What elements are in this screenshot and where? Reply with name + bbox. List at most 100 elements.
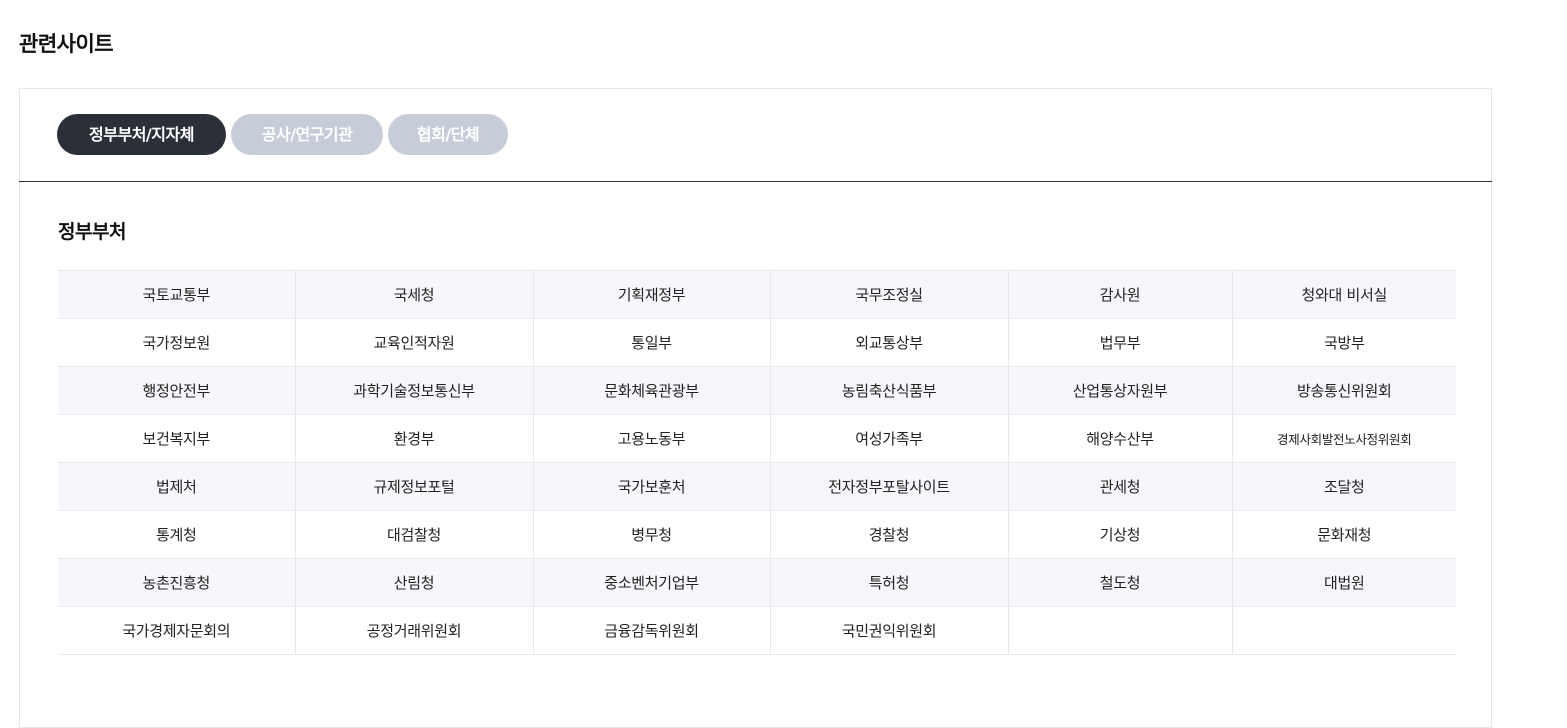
site-cell: 청와대 비서실 — [1231, 270, 1456, 319]
site-link[interactable]: 과학기술정보통신부 — [353, 382, 475, 400]
site-link[interactable]: 기상청 — [1100, 526, 1141, 544]
site-link[interactable]: 관세청 — [1100, 478, 1141, 496]
site-link[interactable]: 대법원 — [1324, 574, 1365, 592]
site-cell: 고용노동부 — [532, 414, 770, 463]
site-cell: 중소벤처기업부 — [532, 558, 770, 607]
site-cell: 국민권익위원회 — [769, 606, 1008, 655]
tab-bar: 정부부처/지자체 공사/연구기관 협회/단체 — [19, 89, 1492, 182]
site-link[interactable]: 특허청 — [869, 574, 910, 592]
site-link[interactable]: 여성가족부 — [855, 430, 923, 448]
site-link[interactable]: 농촌진흥청 — [142, 574, 210, 592]
site-cell: 해양수산부 — [1007, 414, 1232, 463]
site-cell: 대법원 — [1231, 558, 1456, 607]
site-link[interactable]: 문화재청 — [1317, 526, 1371, 544]
site-cell: 통계청 — [58, 510, 295, 559]
site-link[interactable]: 전자정부포탈사이트 — [828, 478, 950, 496]
site-link[interactable]: 농림축산식품부 — [842, 382, 937, 400]
site-cell: 법무부 — [1007, 318, 1232, 367]
site-link[interactable]: 방송통신위원회 — [1297, 382, 1392, 400]
site-cell: 교육인적자원 — [294, 318, 533, 367]
site-link[interactable]: 국가보훈처 — [618, 478, 686, 496]
site-link[interactable]: 국세청 — [394, 286, 435, 304]
site-link[interactable]: 산림청 — [394, 574, 435, 592]
site-link[interactable]: 청와대 비서실 — [1302, 286, 1388, 304]
site-cell: 여성가족부 — [769, 414, 1008, 463]
site-cell: 산림청 — [294, 558, 533, 607]
site-link[interactable]: 외교통상부 — [855, 334, 923, 352]
site-link[interactable]: 국가경제자문회의 — [122, 622, 230, 640]
site-cell: 행정안전부 — [58, 366, 295, 415]
site-link[interactable]: 문화체육관광부 — [604, 382, 699, 400]
section-title: 정부부처 — [58, 221, 126, 243]
site-cell: 농촌진흥청 — [58, 558, 295, 607]
site-cell: 국세청 — [294, 270, 533, 319]
site-cell: 통일부 — [532, 318, 770, 367]
site-cell: 철도청 — [1007, 558, 1232, 607]
site-link[interactable]: 보건복지부 — [142, 430, 210, 448]
site-link[interactable]: 국민권익위원회 — [842, 622, 937, 640]
tab-government[interactable]: 정부부처/지자체 — [57, 114, 226, 155]
site-cell: 국무조정실 — [769, 270, 1008, 319]
site-link[interactable]: 철도청 — [1100, 574, 1141, 592]
site-cell: 방송통신위원회 — [1231, 366, 1456, 415]
site-cell: 감사원 — [1007, 270, 1232, 319]
site-link[interactable]: 국방부 — [1324, 334, 1365, 352]
site-cell: 병무청 — [532, 510, 770, 559]
tab-public-research[interactable]: 공사/연구기관 — [231, 114, 383, 155]
site-link[interactable]: 행정안전부 — [142, 382, 210, 400]
site-cell: 문화체육관광부 — [532, 366, 770, 415]
table-row: 국가정보원 교육인적자원 통일부 외교통상부 법무부 국방부 — [58, 318, 1456, 367]
table-row: 통계청 대검찰청 병무청 경찰청 기상청 문화재청 — [58, 510, 1456, 559]
site-cell: 관세청 — [1007, 462, 1232, 511]
related-sites-panel: 정부부처/지자체 공사/연구기관 협회/단체 정부부처 국토교통부 국세청 기획재정… — [19, 88, 1492, 728]
site-link[interactable]: 조달청 — [1324, 478, 1365, 496]
site-cell: 공정거래위원회 — [294, 606, 533, 655]
site-cell: 문화재청 — [1231, 510, 1456, 559]
site-link[interactable]: 규제정보포털 — [373, 478, 454, 496]
site-cell — [1231, 606, 1456, 655]
site-cell: 특허청 — [769, 558, 1008, 607]
site-link[interactable]: 감사원 — [1100, 286, 1141, 304]
table-row: 보건복지부 환경부 고용노동부 여성가족부 해양수산부 경제사회발전노사정위원회 — [58, 414, 1456, 463]
site-cell: 기획재정부 — [532, 270, 770, 319]
table-row: 국가경제자문회의 공정거래위원회 금융감독위원회 국민권익위원회 — [58, 606, 1456, 655]
site-link[interactable]: 해양수산부 — [1086, 430, 1154, 448]
page-title: 관련사이트 — [19, 32, 114, 56]
site-link[interactable]: 통계청 — [156, 526, 197, 544]
site-cell: 법제처 — [58, 462, 295, 511]
site-cell: 경제사회발전노사정위원회 — [1231, 414, 1456, 463]
site-cell: 규제정보포털 — [294, 462, 533, 511]
site-cell: 전자정부포탈사이트 — [769, 462, 1008, 511]
site-link[interactable]: 고용노동부 — [618, 430, 686, 448]
site-cell: 대검찰청 — [294, 510, 533, 559]
tab-associations[interactable]: 협회/단체 — [388, 114, 508, 155]
site-cell: 국가보훈처 — [532, 462, 770, 511]
site-link[interactable]: 산업통상자원부 — [1073, 382, 1168, 400]
site-link[interactable]: 금융감독위원회 — [604, 622, 699, 640]
site-link[interactable]: 환경부 — [394, 430, 435, 448]
site-link[interactable]: 국가정보원 — [142, 334, 210, 352]
site-cell: 조달청 — [1231, 462, 1456, 511]
site-cell — [1007, 606, 1232, 655]
site-cell: 과학기술정보통신부 — [294, 366, 533, 415]
site-cell: 외교통상부 — [769, 318, 1008, 367]
site-cell: 국가정보원 — [58, 318, 295, 367]
site-link[interactable]: 교육인적자원 — [373, 334, 454, 352]
site-link[interactable]: 대검찰청 — [387, 526, 441, 544]
site-link[interactable]: 경찰청 — [869, 526, 910, 544]
site-link[interactable]: 법제처 — [156, 478, 197, 496]
site-link[interactable]: 국무조정실 — [855, 286, 923, 304]
site-cell: 산업통상자원부 — [1007, 366, 1232, 415]
site-link[interactable]: 공정거래위원회 — [367, 622, 462, 640]
site-link-grid: 국토교통부 국세청 기획재정부 국무조정실 감사원 청와대 비서실 국가정보원 교육인적자원 통… — [58, 270, 1456, 655]
site-cell: 환경부 — [294, 414, 533, 463]
site-link[interactable]: 통일부 — [631, 334, 672, 352]
site-link[interactable]: 병무청 — [631, 526, 672, 544]
site-link[interactable]: 중소벤처기업부 — [604, 574, 699, 592]
site-cell: 농림축산식품부 — [769, 366, 1008, 415]
site-link[interactable]: 국토교통부 — [142, 286, 210, 304]
site-cell: 보건복지부 — [58, 414, 295, 463]
site-link[interactable]: 법무부 — [1100, 334, 1141, 352]
site-link[interactable]: 경제사회발전노사정위원회 — [1277, 432, 1412, 447]
site-link[interactable]: 기획재정부 — [618, 286, 686, 304]
